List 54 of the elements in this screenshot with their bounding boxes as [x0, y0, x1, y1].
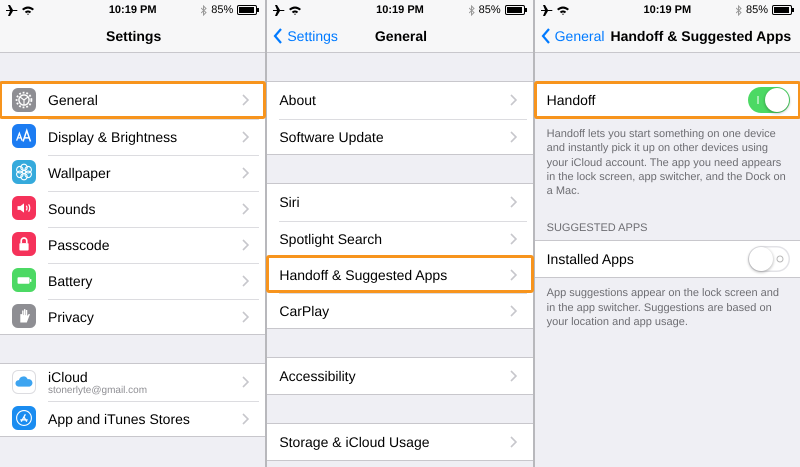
airplane-icon [540, 4, 553, 16]
settings-row[interactable]: General [0, 82, 266, 118]
chevron-icon [242, 166, 250, 178]
battery-icon [237, 5, 260, 15]
settings-row[interactable]: Handoff & Suggested Apps [267, 256, 533, 292]
row-label: Installed Apps [546, 251, 635, 268]
chevron-icon [510, 94, 517, 106]
off-mark-icon [776, 254, 784, 264]
chevron-icon [510, 304, 517, 316]
screen-title: Settings [105, 28, 162, 44]
section-footer: Handoff lets you start something on one device and instantly pick it up on other devices using your iCloud account. The app you need appears in the lock screen, app switcher, and the Dock on a Mac. [534, 119, 800, 198]
back-button[interactable]: Settings [273, 28, 338, 44]
status-time: 10:19 PM [642, 4, 692, 16]
back-chevron-icon [540, 28, 551, 44]
chevron-icon [510, 436, 517, 448]
chevron-icon [510, 130, 517, 142]
chevron-icon [242, 376, 250, 388]
screen-title: Handoff & Suggested Apps [609, 28, 792, 44]
status-time: 10:19 PM [108, 4, 158, 16]
on-mark-icon [756, 95, 759, 105]
battery-percentage: 85% [211, 4, 234, 16]
back-button[interactable]: General [540, 28, 604, 44]
battery-icon [772, 5, 794, 15]
chevron-icon [242, 274, 250, 286]
section-footer: App suggestions appear on the lock screen and in the app switcher. Suggestions are based on your location and app usage. [534, 278, 800, 330]
chevron-icon [242, 310, 250, 322]
status-time: 10:19 PM [375, 4, 425, 16]
chevron-icon [242, 238, 250, 250]
wifi-icon [556, 6, 569, 14]
battery-percentage: 85% [746, 4, 768, 16]
chevron-icon [510, 196, 517, 208]
bluetooth-icon [468, 4, 475, 16]
wifi-icon [289, 6, 302, 14]
back-chevron-icon [273, 28, 284, 44]
wifi-icon [22, 6, 34, 14]
row-label: Handoff [546, 92, 596, 108]
chevron-icon [242, 412, 250, 424]
chevron-icon [242, 130, 250, 142]
section-header: SUGGESTED APPS [546, 222, 649, 236]
chevron-icon [510, 232, 517, 244]
bluetooth-icon [201, 4, 208, 16]
chevron-icon [510, 370, 517, 382]
toggle-switch[interactable] [748, 87, 790, 113]
toggle-switch[interactable] [748, 246, 790, 272]
chevron-icon [510, 268, 517, 280]
account-email: stonerlyte@gmail.com [48, 384, 148, 396]
chevron-icon [242, 94, 250, 106]
battery-percentage: 85% [478, 4, 501, 16]
airplane-icon [273, 4, 286, 16]
bluetooth-icon [736, 4, 742, 16]
screen-title: General [374, 28, 428, 44]
airplane-icon [6, 4, 18, 16]
battery-icon [504, 5, 527, 15]
chevron-icon [242, 202, 250, 214]
